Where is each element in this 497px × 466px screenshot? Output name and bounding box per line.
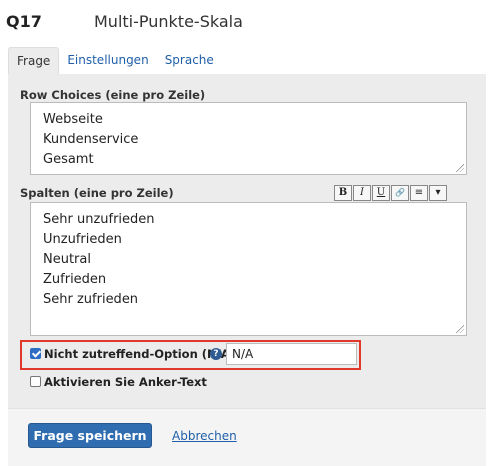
column-line: Sehr unzufrieden [43,212,155,227]
column-line: Sehr zufrieden [43,292,139,307]
question-number: Q17 [6,12,42,31]
tab-bar: Frage Einstellungen Sprache [8,47,222,74]
formatting-toolbar: B I U 🔗 ≡ ▾ [333,185,447,201]
row-choice-line: Gesamt [43,152,94,167]
tab-einstellungen[interactable]: Einstellungen [59,47,156,74]
row-choices-textarea[interactable]: Webseite Kundenservice Gesamt [30,102,467,175]
cancel-link[interactable]: Abbrechen [172,429,237,443]
italic-button[interactable]: I [353,185,371,201]
column-line: Unzufrieden [43,232,122,247]
row-choices-label: Row Choices (eine pro Zeile) [20,88,206,102]
row-choice-line: Webseite [43,112,103,127]
tab-sprache[interactable]: Sprache [157,47,222,74]
columns-textarea[interactable]: Sehr unzufrieden Unzufrieden Neutral Zuf… [30,202,467,336]
anchor-text-label: Aktivieren Sie Anker-Text [44,375,207,389]
anchor-text-checkbox[interactable] [30,376,41,387]
strikethrough-icon[interactable]: ≡ [410,185,428,201]
bold-button[interactable]: B [334,185,352,201]
dropdown-icon[interactable]: ▾ [429,185,447,201]
na-option-checkbox[interactable] [30,348,41,359]
link-icon[interactable]: 🔗 [391,185,409,201]
na-option-input[interactable] [226,343,357,365]
columns-label: Spalten (eine pro Zeile) [20,186,174,200]
na-option-label: Nicht zutreffend-Option (N/A) [44,347,236,361]
question-type-title: Multi-Punkte-Skala [94,12,243,31]
resize-handle[interactable] [456,325,464,333]
save-question-button[interactable]: Frage speichern [28,423,152,448]
underline-button[interactable]: U [372,185,390,201]
column-line: Zufrieden [43,272,107,287]
resize-handle[interactable] [456,164,464,172]
help-icon[interactable]: ? [210,348,222,360]
row-choice-line: Kundenservice [43,132,139,147]
tab-frage[interactable]: Frage [8,47,60,74]
column-line: Neutral [43,252,91,267]
